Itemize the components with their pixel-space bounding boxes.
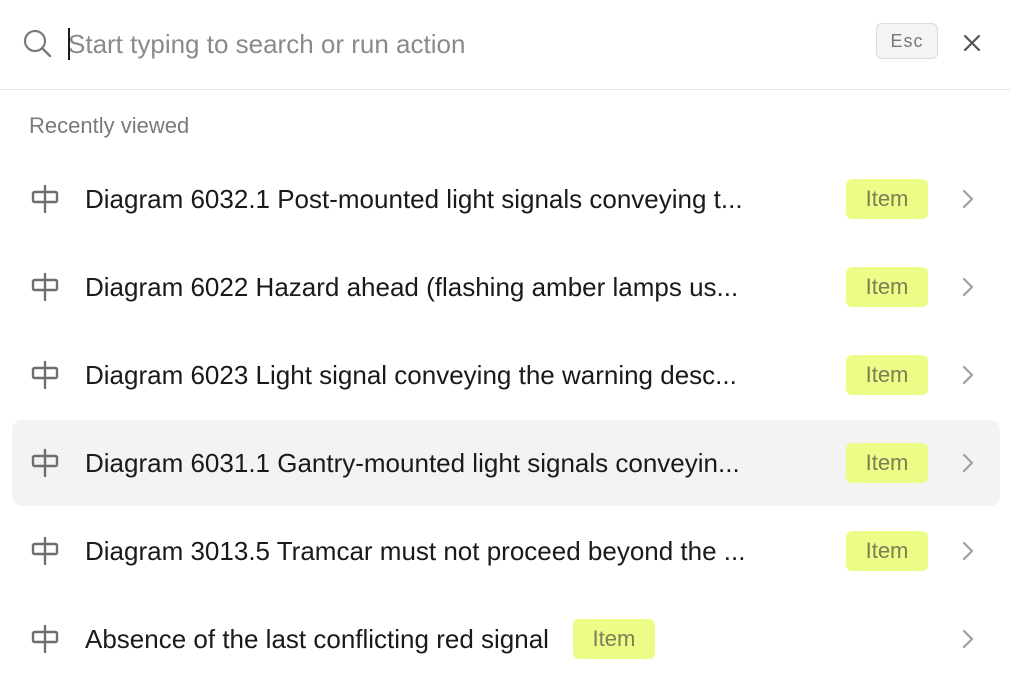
list-item-title: Diagram 6031.1 Gantry-mounted light sign… — [85, 447, 740, 478]
signpost-icon — [31, 272, 59, 302]
item-type-badge: Item — [846, 179, 928, 219]
list-item[interactable]: Diagram 6023 Light signal conveying the … — [12, 332, 1000, 418]
chevron-right-icon — [962, 277, 974, 297]
chevron-right-icon — [962, 189, 974, 209]
chevron-right-icon — [962, 365, 974, 385]
search-icon — [23, 29, 52, 58]
chevron-right-icon — [962, 541, 974, 561]
list-item-title: Diagram 6022 Hazard ahead (flashing ambe… — [85, 271, 739, 302]
chevron-right-icon — [962, 453, 974, 473]
signpost-icon — [31, 184, 59, 214]
list-item[interactable]: Diagram 3013.5 Tramcar must not proceed … — [12, 508, 1000, 594]
signpost-icon — [31, 536, 59, 566]
signpost-icon — [31, 624, 59, 654]
list-item-title: Diagram 6023 Light signal conveying the … — [85, 359, 737, 390]
signpost-icon — [31, 448, 59, 478]
list-item[interactable]: Diagram 6032.1 Post-mounted light signal… — [12, 156, 1000, 242]
list-item[interactable]: Diagram 6022 Hazard ahead (flashing ambe… — [12, 244, 1000, 330]
section-label-recently-viewed: Recently viewed — [29, 113, 190, 138]
list-item-title: Diagram 3013.5 Tramcar must not proceed … — [85, 535, 746, 566]
list-item-title: Diagram 6032.1 Post-mounted light signal… — [85, 183, 743, 214]
results-list: Diagram 6032.1 Post-mounted light signal… — [12, 156, 1000, 684]
search-bar: Esc — [0, 0, 1010, 90]
item-type-badge: Item — [846, 443, 928, 483]
signpost-icon — [31, 360, 59, 390]
item-type-badge: Item — [846, 531, 928, 571]
item-type-badge: Item — [846, 355, 928, 395]
search-input[interactable] — [66, 24, 848, 64]
item-type-badge: Item — [572, 619, 655, 659]
list-item-title: Absence of the last conflicting red sign… — [85, 623, 549, 654]
text-cursor — [68, 28, 70, 60]
list-item[interactable]: Absence of the last conflicting red sign… — [12, 596, 1000, 682]
esc-key-hint: Esc — [876, 23, 938, 59]
close-button[interactable] — [955, 26, 989, 60]
list-item-selected[interactable]: Diagram 6031.1 Gantry-mounted light sign… — [12, 420, 1000, 506]
item-type-badge: Item — [846, 267, 928, 307]
close-icon — [963, 34, 981, 52]
chevron-right-icon — [962, 629, 974, 649]
